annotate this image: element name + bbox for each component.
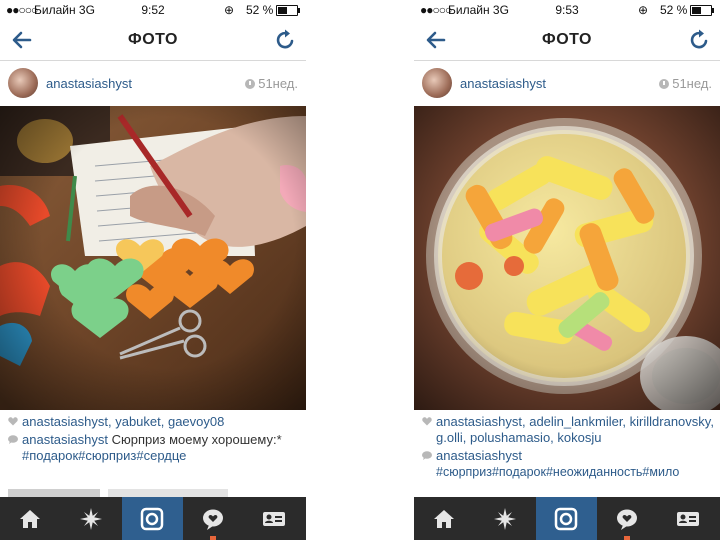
page-title: ФОТО bbox=[542, 31, 592, 48]
tab-camera[interactable] bbox=[536, 497, 597, 540]
tab-explore[interactable] bbox=[61, 497, 122, 540]
nav-bar: ФОТО bbox=[0, 20, 306, 61]
tab-profile[interactable] bbox=[658, 497, 719, 540]
explore-star-icon bbox=[80, 508, 102, 530]
likes-list[interactable]: anastasiashyst, adelin_lankmiler, kirill… bbox=[436, 414, 714, 445]
post-caption: anastasiashyst, adelin_lankmiler, kirill… bbox=[422, 414, 714, 482]
comment-bubble-icon bbox=[422, 451, 432, 460]
battery-percent: 52 % bbox=[660, 3, 688, 17]
next-post-preview bbox=[0, 489, 306, 497]
photo-jar-of-notes bbox=[414, 106, 720, 410]
likes-row: anastasiashyst, adelin_lankmiler, kirill… bbox=[422, 414, 714, 446]
post-header: anastasiashyst 51нед. bbox=[0, 62, 306, 104]
phone-screen-left: ●●○○○ Билайн 3G 9:52 ⊕ 52 % ФОТО anastas… bbox=[0, 0, 306, 540]
orientation-lock-icon: ⊕ bbox=[224, 3, 235, 17]
comment-row: anastasiashyst Сюрприз моему хорошему:* … bbox=[8, 432, 300, 464]
profile-card-icon bbox=[263, 512, 285, 526]
tab-explore[interactable] bbox=[475, 497, 536, 540]
home-icon bbox=[434, 510, 454, 528]
camera-icon bbox=[554, 507, 578, 531]
post-photo[interactable] bbox=[0, 106, 306, 410]
nav-bar: ФОТО bbox=[414, 20, 720, 61]
post-caption: anastasiashyst, yabuket, gaevoy08 anasta… bbox=[8, 414, 300, 466]
notification-indicator bbox=[210, 536, 216, 540]
orientation-lock-icon: ⊕ bbox=[638, 3, 649, 17]
refresh-icon[interactable] bbox=[274, 28, 298, 52]
comment-hashtags[interactable]: #сюрприз#подарок#неожиданность#мило bbox=[436, 465, 679, 479]
notification-indicator bbox=[624, 536, 630, 540]
tab-home[interactable] bbox=[414, 497, 475, 540]
post-username[interactable]: anastasiashyst bbox=[46, 76, 132, 91]
refresh-icon[interactable] bbox=[688, 28, 712, 52]
news-heart-bubble-icon bbox=[203, 509, 223, 530]
likes-list[interactable]: anastasiashyst, yabuket, gaevoy08 bbox=[22, 414, 224, 429]
likes-row: anastasiashyst, yabuket, gaevoy08 bbox=[8, 414, 300, 430]
home-icon bbox=[20, 510, 40, 528]
news-heart-bubble-icon bbox=[617, 509, 637, 530]
profile-card-icon bbox=[677, 512, 699, 526]
preview-bar bbox=[8, 489, 100, 497]
tab-profile[interactable] bbox=[244, 497, 305, 540]
heart-icon bbox=[422, 417, 432, 426]
comment-hashtags[interactable]: #подарок#сюрприз#сердце bbox=[22, 448, 186, 463]
comment-username[interactable]: anastasiashyst bbox=[436, 448, 522, 463]
avatar[interactable] bbox=[422, 68, 452, 98]
status-bar: ●●○○○ Билайн 3G 9:52 ⊕ 52 % bbox=[0, 0, 306, 20]
comment-text: Сюрприз моему хорошему:* bbox=[108, 432, 282, 447]
post-photo[interactable] bbox=[414, 106, 720, 410]
page-title: ФОТО bbox=[128, 31, 178, 48]
comment-bubble-icon bbox=[8, 435, 18, 444]
battery-percent: 52 % bbox=[246, 3, 274, 17]
avatar[interactable] bbox=[8, 68, 38, 98]
comment-username[interactable]: anastasiashyst bbox=[22, 432, 108, 447]
battery-fill bbox=[692, 7, 702, 14]
tab-bar bbox=[0, 497, 306, 540]
tab-bar bbox=[414, 497, 720, 540]
explore-star-icon bbox=[494, 508, 516, 530]
tab-home[interactable] bbox=[0, 497, 61, 540]
phone-screen-right: ●●○○○ Билайн 3G 9:53 ⊕ 52 % ФОТО anastas… bbox=[414, 0, 720, 540]
battery-fill bbox=[278, 7, 288, 14]
post-username[interactable]: anastasiashyst bbox=[460, 76, 546, 91]
heart-icon bbox=[8, 417, 18, 426]
preview-bar bbox=[108, 489, 228, 497]
clock-icon bbox=[245, 79, 256, 89]
tab-news[interactable] bbox=[597, 497, 658, 540]
comment-row: anastasiashyst #сюрприз#подарок#неожидан… bbox=[422, 448, 714, 480]
post-timestamp: 51нед. bbox=[659, 76, 712, 91]
tab-camera[interactable] bbox=[122, 497, 183, 540]
post-time-text: 51нед. bbox=[258, 76, 298, 91]
status-bar: ●●○○○ Билайн 3G 9:53 ⊕ 52 % bbox=[414, 0, 720, 20]
clock-icon bbox=[659, 79, 670, 89]
battery-icon bbox=[276, 5, 300, 16]
post-header: anastasiashyst 51нед. bbox=[414, 62, 720, 104]
photo-craft-hearts bbox=[0, 106, 306, 410]
post-time-text: 51нед. bbox=[672, 76, 712, 91]
tab-news[interactable] bbox=[183, 497, 244, 540]
battery-icon bbox=[690, 5, 714, 16]
post-timestamp: 51нед. bbox=[245, 76, 298, 91]
camera-icon bbox=[140, 507, 164, 531]
